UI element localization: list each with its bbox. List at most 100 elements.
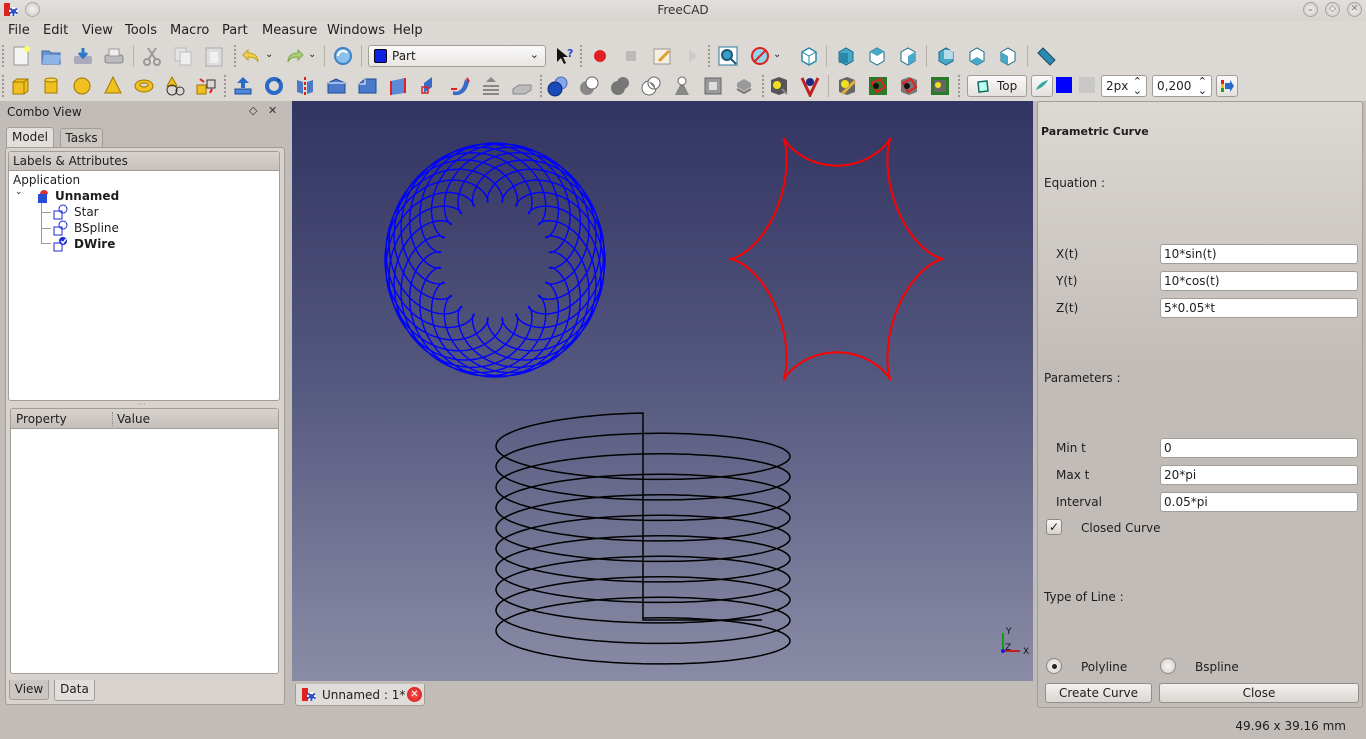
menu-macro[interactable]: Macro: [170, 23, 209, 38]
create-curve-button[interactable]: Create Curve: [1045, 683, 1152, 703]
tab-model[interactable]: Model: [6, 127, 54, 148]
point-size-spinbox[interactable]: 0,200 ⌃ ⌄: [1152, 75, 1212, 97]
print-icon[interactable]: [103, 45, 125, 67]
3d-viewport[interactable]: Y Z X: [292, 101, 1033, 681]
menu-help[interactable]: Help: [393, 23, 423, 38]
open-folder-icon[interactable]: [40, 45, 62, 67]
fit-all-icon[interactable]: [717, 45, 739, 67]
line-color-swatch[interactable]: [1056, 77, 1072, 93]
toolbar-grip[interactable]: [708, 45, 710, 67]
menu-measure[interactable]: Measure: [262, 23, 317, 38]
toolbar-grip[interactable]: [224, 75, 226, 97]
minimize-button[interactable]: ⌄: [1303, 2, 1318, 17]
edit-sketch-icon[interactable]: [867, 75, 889, 97]
tree-root-application[interactable]: Application: [13, 173, 80, 187]
close-button[interactable]: Close: [1159, 683, 1359, 703]
view-axonometric-icon[interactable]: [798, 45, 820, 67]
toolbar-grip[interactable]: [540, 75, 542, 97]
tree-item-dwire[interactable]: DWire: [74, 237, 115, 251]
view-top-icon[interactable]: [866, 45, 888, 67]
cross-sections-icon[interactable]: [511, 75, 533, 97]
star-curve-path[interactable]: [730, 137, 944, 381]
cylinder-icon[interactable]: [40, 75, 62, 97]
min-t-input[interactable]: 0: [1160, 438, 1358, 458]
macro-stop-icon[interactable]: [620, 45, 642, 67]
toolbar-grip[interactable]: [958, 75, 960, 97]
max-t-input[interactable]: 20*pi: [1160, 465, 1358, 485]
thickness-icon[interactable]: [702, 75, 724, 97]
macro-record-icon[interactable]: [589, 45, 611, 67]
undo-dropdown-icon[interactable]: ⌄: [265, 49, 275, 71]
toolbar-grip[interactable]: [2, 45, 4, 67]
boolean-common-icon[interactable]: [640, 75, 662, 97]
menu-tools[interactable]: Tools: [125, 23, 157, 38]
offset-icon[interactable]: [733, 75, 755, 97]
tree-item-star[interactable]: Star: [74, 205, 99, 219]
new-sketch-icon[interactable]: [836, 75, 858, 97]
view-bottom-icon[interactable]: [966, 45, 988, 67]
leave-sketch-icon[interactable]: [898, 75, 920, 97]
torus-icon[interactable]: [133, 75, 155, 97]
interval-input[interactable]: 0.05*pi: [1160, 492, 1358, 512]
construction-mode-button[interactable]: [1031, 75, 1053, 97]
map-sketch-icon[interactable]: [929, 75, 951, 97]
mirror-icon[interactable]: [294, 75, 316, 97]
save-icon[interactable]: [72, 45, 94, 67]
view-front-icon[interactable]: [835, 45, 857, 67]
shape-builder-icon[interactable]: [195, 75, 217, 97]
view-right-icon[interactable]: [897, 45, 919, 67]
restore-button[interactable]: ◇: [1325, 2, 1340, 17]
undo-icon[interactable]: [241, 45, 263, 67]
tab-view[interactable]: View: [9, 680, 49, 700]
spin-arrows-icon[interactable]: ⌃ ⌄: [1133, 76, 1142, 96]
scene-canvas[interactable]: Y Z X: [292, 101, 1033, 681]
line-width-spinbox[interactable]: 2px ⌃ ⌄: [1101, 75, 1147, 97]
bspline-radio[interactable]: [1160, 658, 1176, 674]
bspline-rosette[interactable]: [384, 142, 606, 378]
property-column-header[interactable]: Property: [16, 412, 67, 426]
toolbar-grip[interactable]: [2, 75, 4, 97]
boolean-icon[interactable]: [547, 75, 569, 97]
tree-expand-icon[interactable]: ⌄: [15, 187, 23, 197]
macro-run-icon[interactable]: [682, 45, 704, 67]
star-curve[interactable]: [730, 137, 944, 381]
fillet-icon[interactable]: [325, 75, 347, 97]
cut-icon[interactable]: [141, 45, 163, 67]
cone-icon[interactable]: [102, 75, 124, 97]
value-column-header[interactable]: Value: [112, 412, 150, 426]
view-top-button[interactable]: Top: [967, 75, 1027, 97]
whats-this-icon[interactable]: ?: [554, 45, 576, 67]
close-document-icon[interactable]: ✕: [407, 687, 422, 702]
tab-data[interactable]: Data: [54, 680, 95, 701]
y-t-input[interactable]: 10*cos(t): [1160, 271, 1358, 291]
revolve-icon[interactable]: [263, 75, 285, 97]
measure-ruler-icon[interactable]: [1035, 45, 1057, 67]
bspline-curve-path[interactable]: [384, 142, 606, 378]
closed-curve-checkbox[interactable]: ✓: [1046, 519, 1062, 535]
check-geometry-icon[interactable]: [671, 75, 693, 97]
tree-item-bspline[interactable]: BSpline: [74, 221, 119, 235]
spin-arrows-icon[interactable]: ⌃ ⌄: [1198, 76, 1207, 96]
chamfer-icon[interactable]: [356, 75, 378, 97]
ruled-surface-icon[interactable]: [387, 75, 409, 97]
tab-tasks[interactable]: Tasks: [60, 128, 103, 148]
sweep-icon[interactable]: [449, 75, 471, 97]
new-document-icon[interactable]: [10, 45, 32, 67]
polyline-radio[interactable]: [1046, 658, 1062, 674]
draw-style-icon[interactable]: [749, 45, 771, 67]
box-icon[interactable]: [9, 75, 31, 97]
refresh-icon[interactable]: [332, 45, 354, 67]
sphere-icon[interactable]: [71, 75, 93, 97]
draw-style-dropdown-icon[interactable]: ⌄: [773, 49, 783, 71]
boolean-cut-icon[interactable]: [578, 75, 600, 97]
menu-windows[interactable]: Windows: [327, 23, 385, 38]
float-panel-icon[interactable]: ◇: [249, 104, 257, 117]
menu-view[interactable]: View: [82, 23, 113, 38]
copy-icon[interactable]: [172, 45, 194, 67]
redo-dropdown-icon[interactable]: ⌄: [308, 49, 318, 71]
tree-item-unnamed[interactable]: Unnamed: [55, 189, 119, 203]
view-left-icon[interactable]: [997, 45, 1019, 67]
z-t-input[interactable]: 5*0.05*t: [1160, 298, 1358, 318]
close-window-button[interactable]: ✕: [1347, 2, 1362, 17]
view-rear-icon[interactable]: [935, 45, 957, 67]
